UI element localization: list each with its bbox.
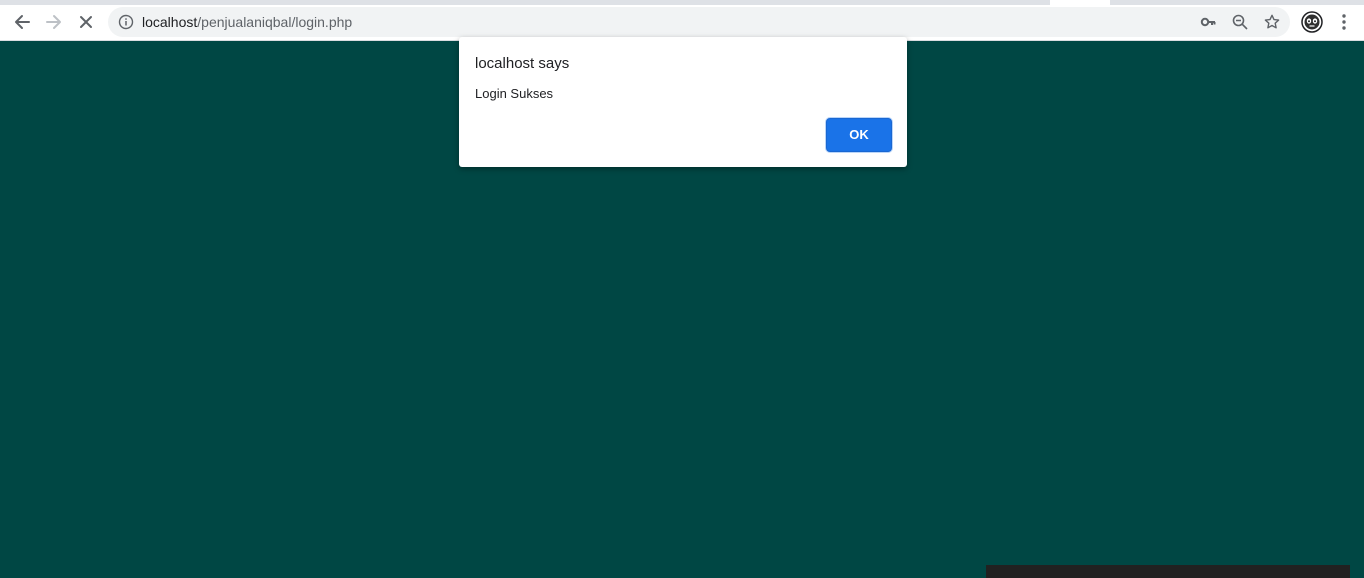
star-icon[interactable] [1262, 12, 1282, 32]
page-footer-strip [986, 565, 1350, 578]
url-host: localhost [142, 14, 198, 30]
back-button[interactable] [7, 7, 37, 37]
ok-button[interactable]: OK [826, 118, 892, 152]
alert-dialog: localhost says Login Sukses OK [459, 37, 907, 167]
browser-menu-button[interactable] [1334, 9, 1354, 35]
arrow-back-icon [15, 15, 30, 29]
dialog-title: localhost says [475, 55, 570, 72]
arrow-forward-icon [46, 15, 61, 29]
stop-loading-button[interactable] [71, 7, 101, 37]
zoom-out-icon[interactable] [1230, 12, 1250, 32]
dialog-message: Login Sukses [475, 86, 554, 101]
url-path: /penjualaniqbal/login.php [197, 14, 353, 30]
url-text[interactable]: localhost/penjualaniqbal/login.php [142, 7, 352, 37]
close-icon [80, 16, 92, 28]
browser-toolbar: localhost/penjualaniqbal/login.php [0, 5, 1364, 41]
forward-button[interactable] [39, 7, 69, 37]
profile-avatar[interactable] [1301, 11, 1323, 33]
kebab-menu-icon [1342, 14, 1346, 30]
info-icon[interactable] [118, 14, 134, 30]
key-icon[interactable] [1198, 12, 1218, 32]
address-bar[interactable]: localhost/penjualaniqbal/login.php [108, 7, 1290, 37]
